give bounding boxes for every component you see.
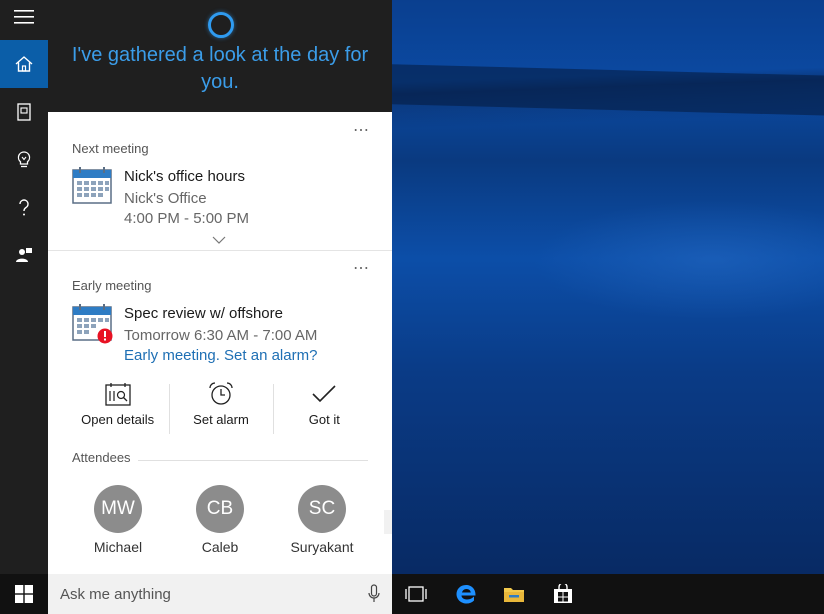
meeting-location: Nick's Office xyxy=(124,190,207,207)
attendees-list: MW Michael CB Caleb SC Suryakant xyxy=(68,485,372,555)
meeting-title: Nick's office hours xyxy=(124,168,245,185)
more-options-button[interactable]: ⋯ xyxy=(353,258,370,278)
scrollbar[interactable] xyxy=(384,510,392,534)
meeting-time: Tomorrow 6:30 AM - 7:00 AM xyxy=(124,327,318,344)
feedback-icon xyxy=(16,248,32,262)
lightbulb-button[interactable] xyxy=(0,136,48,184)
meeting-time: 4:00 PM - 5:00 PM xyxy=(124,210,250,227)
attendees-label: Attendees xyxy=(72,450,131,465)
calendar-alert-icon xyxy=(72,304,113,344)
avatar: MW xyxy=(94,485,142,533)
store-icon xyxy=(554,584,572,603)
lightbulb-icon xyxy=(17,151,31,168)
cortana-search-box[interactable] xyxy=(48,574,392,614)
next-meeting-card[interactable]: ⋯ Next meeting Nick's office hours Nick'… xyxy=(48,112,392,250)
notebook-icon xyxy=(17,103,31,121)
wallpaper-glow xyxy=(532,200,824,320)
attendee-caleb[interactable]: CB Caleb xyxy=(170,485,270,555)
cortana-header: I've gathered a look at the day for you. xyxy=(48,0,392,112)
menu-button[interactable] xyxy=(0,0,48,34)
store-button[interactable] xyxy=(539,574,587,614)
file-explorer-icon xyxy=(504,588,524,602)
feedback-button[interactable] xyxy=(0,232,48,280)
set-alarm-button[interactable]: Set alarm xyxy=(169,382,272,436)
early-meeting-card[interactable]: ⋯ Early meeting Spec review w/ offshore … xyxy=(48,250,392,574)
task-view-icon xyxy=(405,586,427,602)
chevron-down-icon[interactable] xyxy=(212,236,226,244)
edge-button[interactable] xyxy=(442,574,490,614)
open-details-button[interactable]: Open details xyxy=(66,382,169,436)
avatar: CB xyxy=(196,485,244,533)
meeting-title: Spec review w/ offshore xyxy=(124,305,283,322)
attendee-name: Michael xyxy=(93,539,143,555)
home-icon xyxy=(15,56,33,72)
wallpaper-light-beam xyxy=(392,63,824,117)
card-divider xyxy=(48,250,392,251)
help-icon xyxy=(19,199,29,216)
cortana-logo-icon xyxy=(208,12,234,38)
start-button[interactable] xyxy=(0,574,48,614)
cortana-panel: I've gathered a look at the day for you.… xyxy=(48,0,392,574)
search-input[interactable] xyxy=(48,585,348,603)
action-label: Open details xyxy=(81,412,155,427)
task-view-button[interactable] xyxy=(392,574,440,614)
more-options-button[interactable]: ⋯ xyxy=(353,120,370,140)
cortana-greeting: I've gathered a look at the day for you. xyxy=(71,44,369,93)
hamburger-icon xyxy=(14,10,34,24)
edge-icon xyxy=(456,585,476,604)
action-label: Got it xyxy=(308,412,340,427)
calendar-icon xyxy=(72,167,112,204)
file-explorer-button[interactable] xyxy=(490,574,538,614)
attendees-divider xyxy=(138,460,368,461)
alarm-clock-icon xyxy=(209,382,233,405)
attendee-suryakant[interactable]: SC Suryakant xyxy=(272,485,372,555)
checkmark-icon xyxy=(312,385,336,403)
cortana-rail xyxy=(0,0,48,574)
attendee-michael[interactable]: MW Michael xyxy=(68,485,168,555)
desktop-wallpaper xyxy=(392,0,824,574)
attendee-name: Suryakant xyxy=(290,539,354,555)
microphone-icon[interactable] xyxy=(368,584,380,604)
home-button[interactable] xyxy=(0,40,48,88)
taskbar xyxy=(0,574,824,614)
notebook-button[interactable] xyxy=(0,88,48,136)
section-label: Next meeting xyxy=(72,141,149,156)
action-label: Set alarm xyxy=(193,412,249,427)
avatar: SC xyxy=(298,485,346,533)
help-button[interactable] xyxy=(0,184,48,232)
open-details-icon xyxy=(105,383,131,406)
attendee-name: Caleb xyxy=(201,539,239,555)
set-alarm-link[interactable]: Early meeting. Set an alarm? xyxy=(124,347,317,364)
windows-logo-icon xyxy=(15,585,33,603)
meeting-actions: Open details Set alarm Got it xyxy=(66,382,376,436)
section-label: Early meeting xyxy=(72,278,152,293)
got-it-button[interactable]: Got it xyxy=(272,382,376,436)
